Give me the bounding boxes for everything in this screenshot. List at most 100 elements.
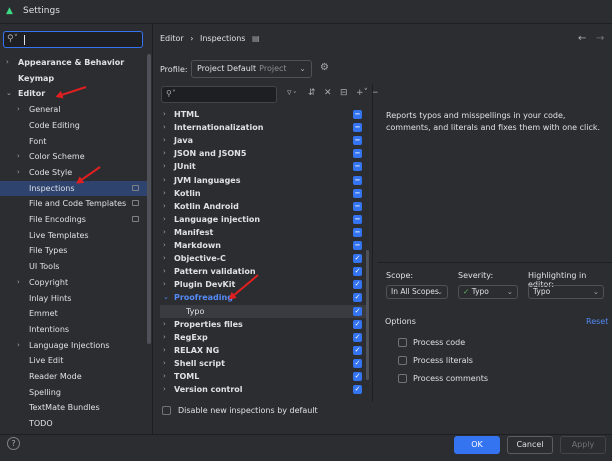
inspection-group-pattern-validation[interactable]: › Pattern validation ✓ bbox=[160, 265, 368, 278]
filter-dropdown-icon[interactable]: ˅ bbox=[293, 91, 297, 99]
sidebar-item-copyright[interactable]: › Copyright bbox=[0, 275, 148, 291]
inspection-group-language-injection[interactable]: › Language injection − bbox=[160, 213, 368, 226]
chevron-right-icon[interactable]: › bbox=[6, 55, 9, 71]
checked-checkbox[interactable]: ✓ bbox=[353, 280, 362, 290]
chevron-right-icon[interactable]: › bbox=[163, 200, 166, 213]
chevron-right-icon[interactable]: › bbox=[163, 383, 166, 396]
chevron-down-icon[interactable]: ⌄ bbox=[6, 86, 12, 102]
inspection-item-typo[interactable]: Typo ✓ bbox=[160, 304, 368, 318]
ok-button[interactable]: OK bbox=[454, 436, 500, 454]
chevron-right-icon[interactable]: › bbox=[163, 252, 166, 265]
inspection-group-proofreading[interactable]: ⌄ Proofreading ✓ bbox=[160, 291, 368, 304]
inspections-scrollbar[interactable] bbox=[366, 250, 369, 380]
inspection-group-shell-script[interactable]: › Shell script ✓ bbox=[160, 357, 368, 370]
checked-checkbox[interactable]: ✓ bbox=[353, 345, 362, 355]
gear-icon[interactable]: ⚙ bbox=[320, 62, 329, 73]
back-arrow-icon[interactable]: ← bbox=[578, 33, 586, 44]
chevron-right-icon[interactable]: › bbox=[163, 331, 166, 344]
collapse-all-icon[interactable]: ✕ bbox=[324, 88, 332, 98]
chevron-right-icon[interactable]: › bbox=[17, 102, 20, 118]
sidebar-item-inspections[interactable]: Inspections bbox=[0, 180, 148, 197]
inspection-group-kotlin-android[interactable]: › Kotlin Android − bbox=[160, 200, 368, 213]
chevron-right-icon[interactable]: › bbox=[163, 160, 166, 173]
inspection-group-toml[interactable]: › TOML ✓ bbox=[160, 370, 368, 383]
chevron-right-icon[interactable]: › bbox=[163, 344, 166, 357]
help-button[interactable]: ? bbox=[7, 437, 20, 450]
sidebar-item-code-editing[interactable]: Code Editing bbox=[0, 118, 148, 134]
inspection-group-html[interactable]: › HTML − bbox=[160, 108, 368, 121]
details-divider[interactable] bbox=[372, 84, 373, 402]
sidebar-item-appearance-behavior[interactable]: › Appearance & Behavior bbox=[0, 55, 148, 71]
checked-checkbox[interactable]: ✓ bbox=[353, 306, 362, 316]
chevron-right-icon[interactable]: › bbox=[17, 165, 20, 181]
partial-checkbox[interactable]: − bbox=[353, 123, 362, 133]
partial-checkbox[interactable]: − bbox=[353, 201, 362, 211]
chevron-right-icon[interactable]: › bbox=[163, 318, 166, 331]
sidebar-item-file-encodings[interactable]: File Encodings bbox=[0, 212, 148, 228]
sidebar-item-color-scheme[interactable]: › Color Scheme bbox=[0, 149, 148, 165]
sidebar-item-general[interactable]: › General bbox=[0, 102, 148, 118]
add-icon[interactable]: +˅ bbox=[356, 88, 368, 98]
inspection-group-objective-c[interactable]: › Objective-C ✓ bbox=[160, 252, 368, 265]
partial-checkbox[interactable]: − bbox=[353, 188, 362, 198]
checked-checkbox[interactable]: ✓ bbox=[353, 319, 362, 329]
checkbox-box[interactable] bbox=[398, 338, 407, 347]
chevron-right-icon[interactable]: › bbox=[163, 147, 166, 160]
sidebar-item-inlay-hints[interactable]: Inlay Hints bbox=[0, 291, 148, 307]
inspection-group-properties-files[interactable]: › Properties files ✓ bbox=[160, 318, 368, 331]
sidebar-item-todo[interactable]: TODO bbox=[0, 416, 148, 432]
chevron-right-icon[interactable]: › bbox=[163, 187, 166, 200]
chevron-right-icon[interactable]: › bbox=[163, 121, 166, 134]
checked-checkbox[interactable]: ✓ bbox=[353, 254, 362, 264]
panel-divider[interactable] bbox=[152, 24, 153, 434]
sidebar-item-file-and-code-templates[interactable]: File and Code Templates bbox=[0, 196, 148, 212]
partial-checkbox[interactable]: − bbox=[353, 136, 362, 146]
sidebar-item-textmate-bundles[interactable]: TextMate Bundles bbox=[0, 400, 148, 416]
cancel-button[interactable]: Cancel bbox=[507, 436, 553, 454]
pin-icon[interactable]: ▤ bbox=[252, 34, 260, 43]
partial-checkbox[interactable]: − bbox=[353, 175, 362, 185]
sidebar-item-live-templates[interactable]: Live Templates bbox=[0, 228, 148, 244]
checked-checkbox[interactable]: ✓ bbox=[353, 385, 362, 395]
sidebar-item-language-injections[interactable]: › Language Injections bbox=[0, 338, 148, 354]
apply-button[interactable]: Apply bbox=[560, 436, 606, 454]
chevron-right-icon[interactable]: › bbox=[163, 370, 166, 383]
copy-profile-icon[interactable]: ⊟ bbox=[340, 88, 348, 98]
sidebar-item-reader-mode[interactable]: Reader Mode bbox=[0, 369, 148, 385]
sidebar-item-intentions[interactable]: Intentions bbox=[0, 322, 148, 338]
expand-all-icon[interactable]: ⇵ bbox=[308, 88, 316, 98]
sidebar-item-spelling[interactable]: Spelling bbox=[0, 385, 148, 401]
chevron-right-icon[interactable]: › bbox=[163, 265, 166, 278]
severity-dropdown[interactable]: ✓ Typo ⌄ bbox=[458, 285, 518, 299]
settings-search-input[interactable]: ⚲˅ bbox=[3, 31, 143, 48]
profile-dropdown[interactable]: Project Default Project ⌄ bbox=[191, 60, 312, 78]
chevron-right-icon[interactable]: › bbox=[163, 174, 166, 187]
filter-icon[interactable]: ▿ bbox=[287, 88, 292, 98]
sidebar-item-code-style[interactable]: › Code Style bbox=[0, 165, 148, 181]
partial-checkbox[interactable]: − bbox=[353, 227, 362, 237]
inspection-group-markdown[interactable]: › Markdown − bbox=[160, 239, 368, 252]
reset-link[interactable]: Reset bbox=[586, 317, 608, 326]
highlighting-dropdown[interactable]: Typo ⌄ bbox=[528, 285, 604, 299]
sidebar-item-emmet[interactable]: Emmet bbox=[0, 306, 148, 322]
scope-dropdown[interactable]: In All Scopes ⌄ bbox=[386, 285, 448, 299]
chevron-right-icon[interactable]: › bbox=[17, 275, 20, 291]
breadcrumb-editor[interactable]: Editor bbox=[160, 34, 184, 43]
inspection-group-manifest[interactable]: › Manifest − bbox=[160, 226, 368, 239]
partial-checkbox[interactable]: − bbox=[353, 214, 362, 224]
checkbox-box[interactable] bbox=[398, 374, 407, 383]
checked-checkbox[interactable]: ✓ bbox=[353, 293, 362, 303]
checked-checkbox[interactable]: ✓ bbox=[353, 267, 362, 277]
checked-checkbox[interactable]: ✓ bbox=[353, 332, 362, 342]
partial-checkbox[interactable]: − bbox=[353, 241, 362, 250]
checkbox-box[interactable] bbox=[162, 406, 171, 415]
inspection-group-relax-ng[interactable]: › RELAX NG ✓ bbox=[160, 344, 368, 357]
inspection-group-plugin-devkit[interactable]: › Plugin DevKit ✓ bbox=[160, 278, 368, 291]
inspections-search-input[interactable]: ⚲˅ bbox=[161, 86, 277, 103]
inspection-group-json-and-json5[interactable]: › JSON and JSON5 − bbox=[160, 147, 368, 160]
inspection-group-version-control[interactable]: › Version control ✓ bbox=[160, 383, 368, 396]
chevron-right-icon[interactable]: › bbox=[163, 226, 166, 239]
chevron-right-icon[interactable]: › bbox=[163, 134, 166, 147]
sidebar-item-file-types[interactable]: File Types bbox=[0, 243, 148, 259]
checkbox-box[interactable] bbox=[398, 356, 407, 365]
